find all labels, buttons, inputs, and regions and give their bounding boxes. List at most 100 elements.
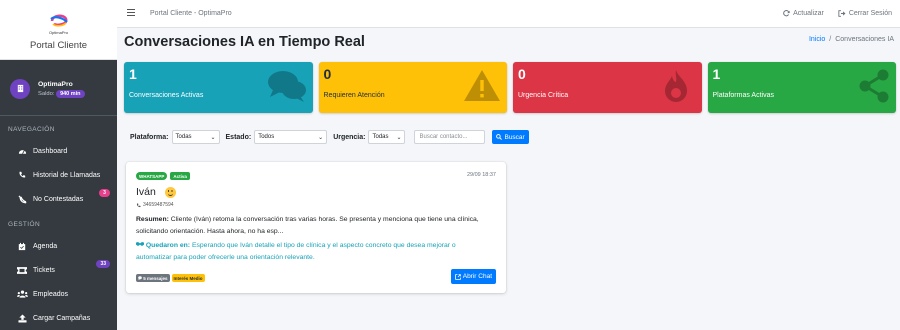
calendar-icon [16,242,28,251]
topbar: Portal Cliente - OptimaPro Actualizar Ce… [117,0,900,28]
stat-value: 1 [129,66,137,82]
messages-count-label: 5 mensajes [143,275,168,281]
open-chat-button[interactable]: Abrir Chat [450,269,496,284]
search-contact-input[interactable]: Buscar contacto... [414,130,486,144]
menu-toggle-icon[interactable] [127,8,138,19]
fire-icon [664,69,688,105]
brand-logo [48,10,70,32]
sidebar-item-label: No Contestadas [33,195,84,203]
search-button[interactable]: Buscar [492,130,529,144]
sidebar-item-historial[interactable]: Historial de Llamadas [0,163,117,187]
external-link-icon [454,273,461,280]
sidebar-item-cargar-campanas[interactable]: Cargar Campañas [0,306,117,330]
urgency-select-value: Todas [372,134,389,140]
stat-label: Conversaciones Activas [129,92,204,99]
stat-box-requieren-atencion[interactable]: 0 Requieren Atención [318,62,507,113]
stat-box-urgencia-critica[interactable]: 0 Urgencia Crítica [513,62,702,113]
conversation-pending: Quedaron en: Esperando que Iván detalle … [136,240,481,264]
stat-box-conversaciones-activas[interactable]: 1 Conversaciones Activas [124,62,313,113]
sidebar-item-empleados[interactable]: Empleados [0,282,117,306]
user-panel[interactable]: OptimaPro Saldo: 940 min [0,60,117,116]
tickets-badge: 33 [96,260,110,268]
summary-label: Resumen: [136,216,169,223]
platform-filter-label: Plataforma: [130,133,169,141]
search-button-label: Buscar [504,133,525,141]
saldo-badge: 940 min [56,89,85,98]
stat-box-plataformas-activas[interactable]: 1 Plataformas Activas [707,62,896,113]
topbar-title[interactable]: Portal Cliente - OptimaPro [150,10,232,17]
page-title: Conversaciones IA en Tiempo Real [124,34,365,50]
sidebar-item-label: Cargar Campañas [33,314,91,322]
logout-label: Cerrar Sesión [848,10,892,17]
sidebar-item-dashboard[interactable]: Dashboard [0,139,117,163]
sign-out-icon [838,10,846,17]
filters-bar: Plataforma: Todas ⌄ Estado: Todos ⌄ Urge… [130,129,896,145]
sidebar-item-label: Tickets [33,266,55,274]
ticket-icon [16,266,28,274]
brand-name: Portal Cliente [29,40,88,51]
stat-value: 1 [712,66,721,82]
sidebar-item-label: Empleados [33,290,69,298]
conversation-card[interactable]: WHATSAPP Activa 29/09 18:37 Iván 3465948… [126,162,506,293]
stat-label: Urgencia Crítica [518,92,569,99]
no-contestadas-badge: 3 [99,189,110,197]
refresh-icon [783,10,790,17]
open-chat-label: Abrir Chat [462,273,492,280]
messages-count-badge: 5 mensajes [136,274,170,282]
users-icon [16,290,28,298]
stat-label: Requieren Atención [323,92,385,99]
phone-icon [136,203,141,207]
status-filter-label: Estado: [225,133,252,141]
breadcrumb-separator: / [829,36,832,43]
main-content: Conversaciones IA en Tiempo Real Inicio /… [117,28,900,330]
status-select-value: Todos [258,134,275,140]
sidebar-item-label: Dashboard [33,147,68,155]
platform-select-value: Todas [175,134,192,140]
contact-phone: 34659487594 [136,202,174,208]
contact-phone-number: 34659487594 [143,202,174,208]
breadcrumb-current: Conversaciones IA [835,36,894,43]
chevron-down-icon: ⌄ [396,134,402,141]
sidebar-item-label: Historial de Llamadas [33,171,101,179]
pending-label: Quedaron en: [145,242,191,249]
summary-text: Cliente (Iván) retoma la conversación tr… [136,216,479,235]
comment-icon [138,275,142,280]
contact-name: Iván [136,186,156,198]
logout-button[interactable]: Cerrar Sesión [838,10,892,17]
sidebar-item-no-contestadas[interactable]: No Contestadas 3 [0,187,117,211]
stat-value: 0 [323,66,332,82]
platform-badge: WHATSAPP [136,172,168,180]
brand[interactable]: OptimaPro Portal Cliente [0,0,117,60]
breadcrumb: Inicio / Conversaciones IA [809,36,894,43]
sidebar-item-tickets[interactable]: Tickets 33 [0,258,117,282]
refresh-button[interactable]: Actualizar [783,10,824,17]
chevron-down-icon: ⌄ [318,134,324,141]
platform-select[interactable]: Todas ⌄ [171,130,220,144]
phone-slash-icon [16,194,28,204]
share-icon [858,69,890,105]
sidebar-item-agenda[interactable]: Agenda [0,234,117,258]
conversation-summary: Resumen: Cliente (Iván) retoma la conver… [136,214,498,238]
nav-header-gestion: GESTIÓN [8,221,41,228]
user-name: OptimaPro [38,80,73,88]
upload-icon [16,313,28,323]
status-badge: Activa [170,172,190,180]
urgency-select[interactable]: Todas ⌄ [368,130,406,144]
refresh-label: Actualizar [793,10,824,17]
handshake-icon [136,242,144,246]
phone-icon [16,171,28,179]
urgency-filter-label: Urgencia: [333,133,366,141]
sidebar-item-label: Agenda [33,242,58,250]
contact-name-row: Iván [136,186,176,198]
stat-label: Plataformas Activas [712,92,774,99]
smile-emoji-icon [164,186,176,198]
nav-header-navegacion: NAVEGACIÓN [8,126,55,133]
building-icon [17,84,23,93]
brand-logo-text: OptimaPro [48,30,69,35]
stat-boxes: 1 Conversaciones Activas 0 Requieren Ate… [124,62,896,113]
user-avatar [10,78,30,99]
breadcrumb-home-link[interactable]: Inicio [809,36,825,43]
sidebar: OptimaPro Portal Cliente OptimaPro Saldo… [0,0,117,330]
status-select[interactable]: Todos ⌄ [254,130,328,144]
comments-icon [267,69,307,105]
